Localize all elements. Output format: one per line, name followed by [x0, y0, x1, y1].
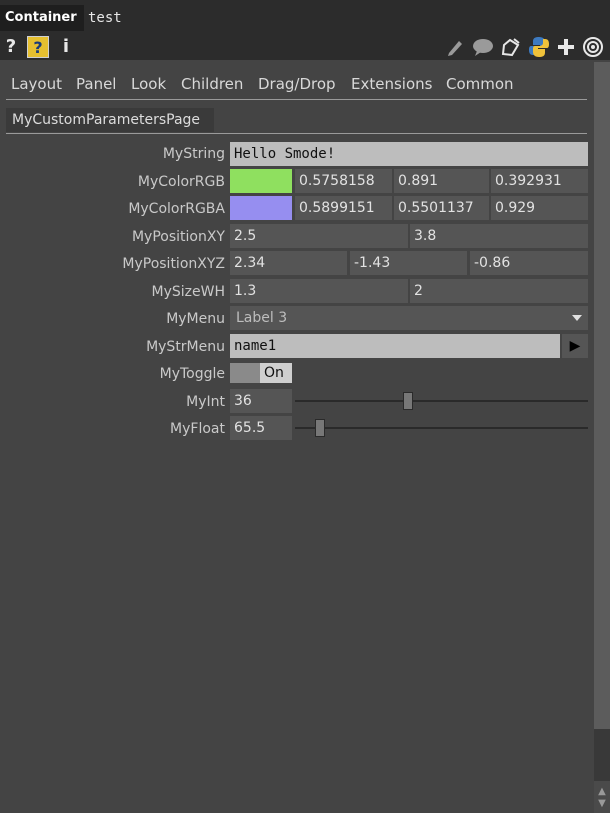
mymenu-value: Label 3 — [236, 310, 288, 326]
tab-common[interactable]: Common — [446, 72, 514, 96]
mystring-label: MyString — [162, 146, 225, 162]
help-icon[interactable]: ? — [4, 36, 18, 58]
myint-field[interactable]: 36 — [230, 389, 292, 413]
tab-mycustomparameterspage[interactable]: MyCustomParametersPage — [6, 108, 214, 132]
mycolorrgba-g-field[interactable]: 0.5501137 — [394, 196, 489, 220]
mycolorrgb-swatch[interactable] — [230, 169, 292, 193]
mymenu-label: MyMenu — [166, 311, 225, 327]
clone-icon[interactable] — [500, 37, 522, 57]
page-separator — [6, 133, 587, 134]
add-icon[interactable] — [557, 38, 575, 56]
mystrmenu-field[interactable]: name1 — [230, 334, 560, 358]
myfloat-label: MyFloat — [170, 421, 225, 437]
myint-label: MyInt — [186, 394, 225, 410]
mystrmenu-label: MyStrMenu — [146, 339, 225, 355]
tab-extensions[interactable]: Extensions — [351, 72, 432, 96]
mysizewh-w-field[interactable]: 1.3 — [230, 279, 408, 303]
target-icon[interactable] — [582, 36, 604, 58]
myint-slider-track[interactable] — [295, 400, 588, 402]
scrollbar-track[interactable] — [594, 729, 610, 781]
mycolorrgb-label: MyColorRGB — [137, 174, 225, 190]
chevron-down-icon — [572, 315, 582, 321]
tab-children[interactable]: Children — [181, 72, 243, 96]
edit-icon[interactable] — [445, 37, 465, 57]
parameter-panel: Layout Panel Look Children Drag/Drop Ext… — [3, 62, 592, 813]
python-help-icon[interactable]: ? — [27, 36, 49, 58]
mymenu-dropdown[interactable]: Label 3 — [230, 306, 588, 330]
mytoggle-label: MyToggle — [159, 366, 225, 382]
mypositionxy-y-field[interactable]: 3.8 — [410, 224, 588, 248]
vertical-scrollbar[interactable]: ▲ ▼ — [594, 62, 610, 813]
mypositionxy-label: MyPositionXY — [131, 229, 225, 245]
tab-dragdrop[interactable]: Drag/Drop — [258, 72, 336, 96]
info-icon[interactable]: i — [59, 36, 73, 58]
mypositionxyz-label: MyPositionXYZ — [122, 256, 225, 272]
mysizewh-label: MySizeWH — [151, 284, 225, 300]
scroll-up-icon[interactable]: ▲ — [596, 786, 608, 798]
myfloat-slider-handle[interactable] — [314, 419, 325, 437]
mypositionxyz-x-field[interactable]: 2.34 — [230, 251, 347, 275]
mycolorrgba-label: MyColorRGBA — [128, 201, 225, 217]
mytoggle-state: On — [264, 365, 284, 381]
mycolorrgb-g-field[interactable]: 0.891 — [394, 169, 489, 193]
tab-layout[interactable]: Layout — [11, 72, 62, 96]
title-bar: Container test — [0, 0, 610, 34]
scroll-down-icon[interactable]: ▼ — [596, 798, 608, 810]
mytoggle-knob — [230, 363, 260, 383]
mypositionxyz-z-field[interactable]: -0.86 — [470, 251, 588, 275]
toolbar: ? ? i — [0, 34, 610, 60]
mypositionxyz-y-field[interactable]: -1.43 — [350, 251, 467, 275]
mycolorrgb-r-field[interactable]: 0.5758158 — [295, 169, 392, 193]
tab-look[interactable]: Look — [131, 72, 166, 96]
mypositionxy-x-field[interactable]: 2.5 — [230, 224, 408, 248]
mycolorrgba-r-field[interactable]: 0.5899151 — [295, 196, 392, 220]
myint-slider-handle[interactable] — [402, 392, 413, 410]
mytoggle-switch[interactable]: On — [230, 363, 292, 383]
tab-panel[interactable]: Panel — [76, 72, 116, 96]
operator-type-label: Container — [0, 5, 84, 31]
comment-icon[interactable] — [471, 37, 495, 57]
python-icon[interactable] — [528, 36, 550, 58]
mystrmenu-menu-button[interactable]: ▶ — [562, 334, 588, 358]
mycolorrgb-b-field[interactable]: 0.392931 — [491, 169, 588, 193]
scrollbar-thumb[interactable] — [594, 62, 610, 729]
tab-separator — [6, 99, 587, 100]
mystring-field[interactable]: Hello Smode! — [230, 142, 588, 166]
mycolorrgba-swatch[interactable] — [230, 196, 292, 220]
operator-name-field[interactable]: test — [88, 5, 122, 31]
myfloat-field[interactable]: 65.5 — [230, 416, 292, 440]
mycolorrgba-b-field[interactable]: 0.929 — [491, 196, 588, 220]
mysizewh-h-field[interactable]: 2 — [410, 279, 588, 303]
myfloat-slider-track[interactable] — [295, 427, 588, 429]
